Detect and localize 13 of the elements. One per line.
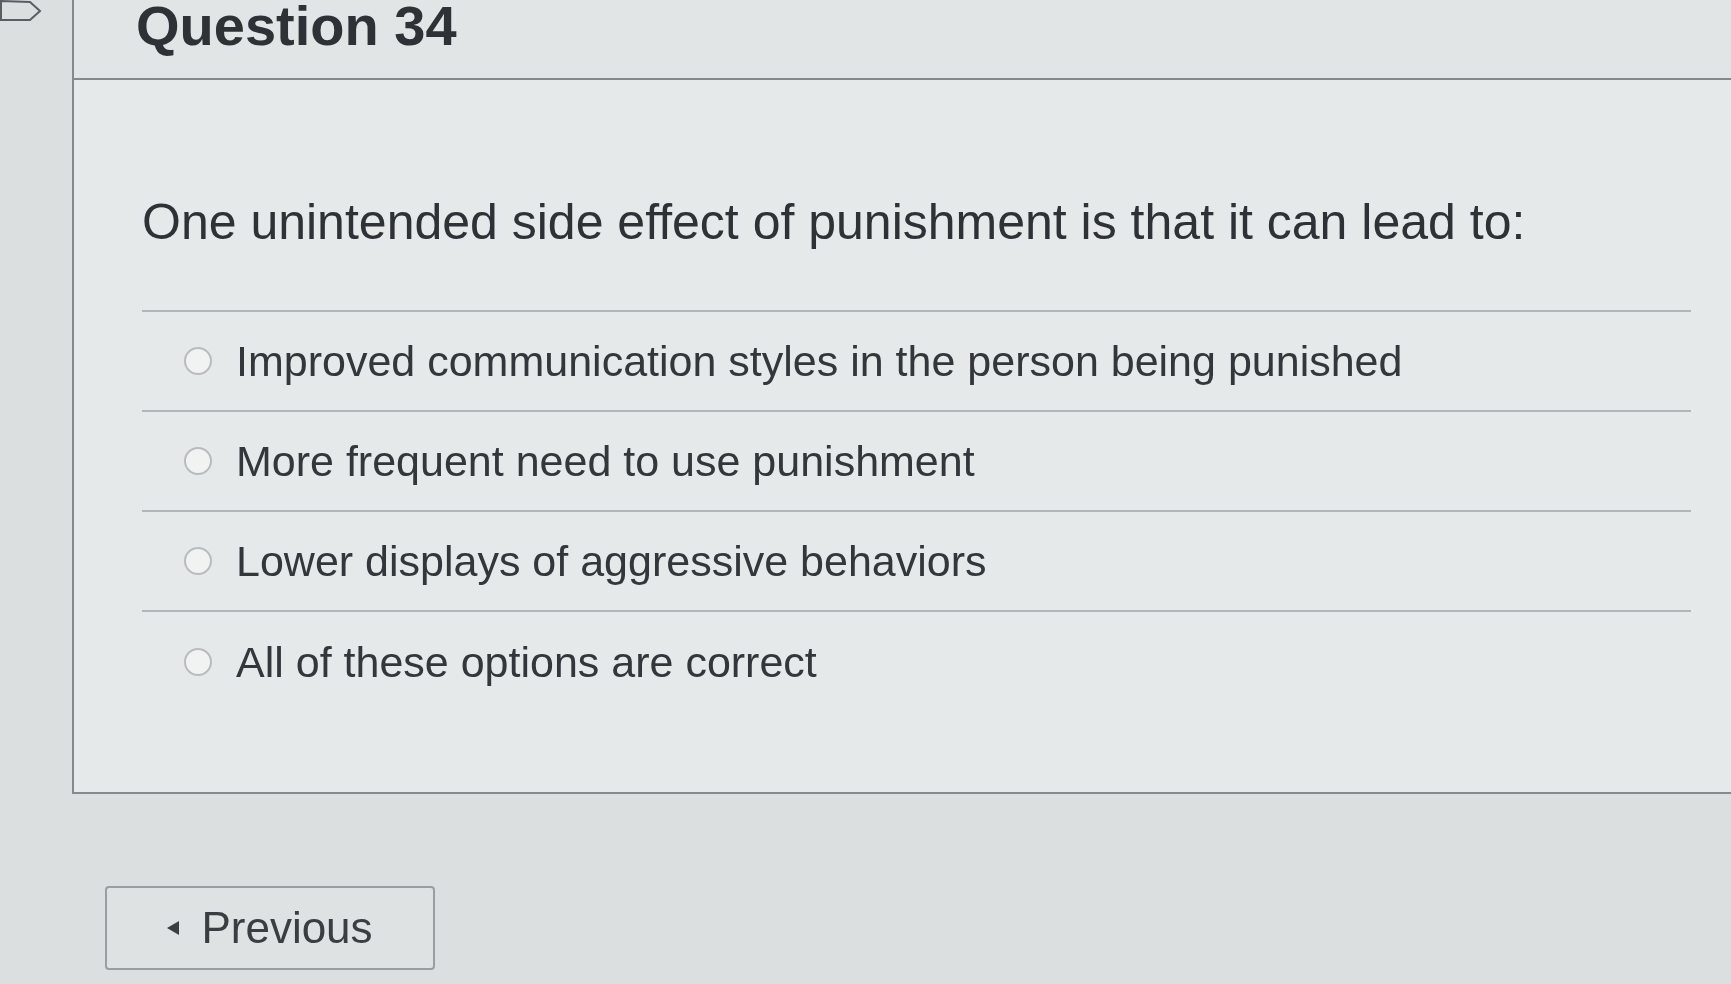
question-title: Question 34 bbox=[136, 0, 457, 54]
radio-button[interactable] bbox=[184, 447, 212, 475]
radio-button[interactable] bbox=[184, 347, 212, 375]
radio-button[interactable] bbox=[184, 648, 212, 676]
option-label: Improved communication styles in the person being punished bbox=[236, 336, 1403, 386]
option-label: More frequent need to use punishment bbox=[236, 436, 975, 486]
question-text: One unintended side effect of punishment is that it can lead to: bbox=[142, 193, 1527, 252]
previous-button[interactable]: Previous bbox=[105, 886, 435, 970]
caret-left-icon bbox=[167, 921, 180, 935]
option-label: All of these options are correct bbox=[236, 637, 817, 687]
option-label: Lower displays of aggressive behaviors bbox=[236, 536, 987, 586]
flag-icon[interactable] bbox=[0, 0, 42, 22]
radio-button[interactable] bbox=[184, 547, 212, 575]
